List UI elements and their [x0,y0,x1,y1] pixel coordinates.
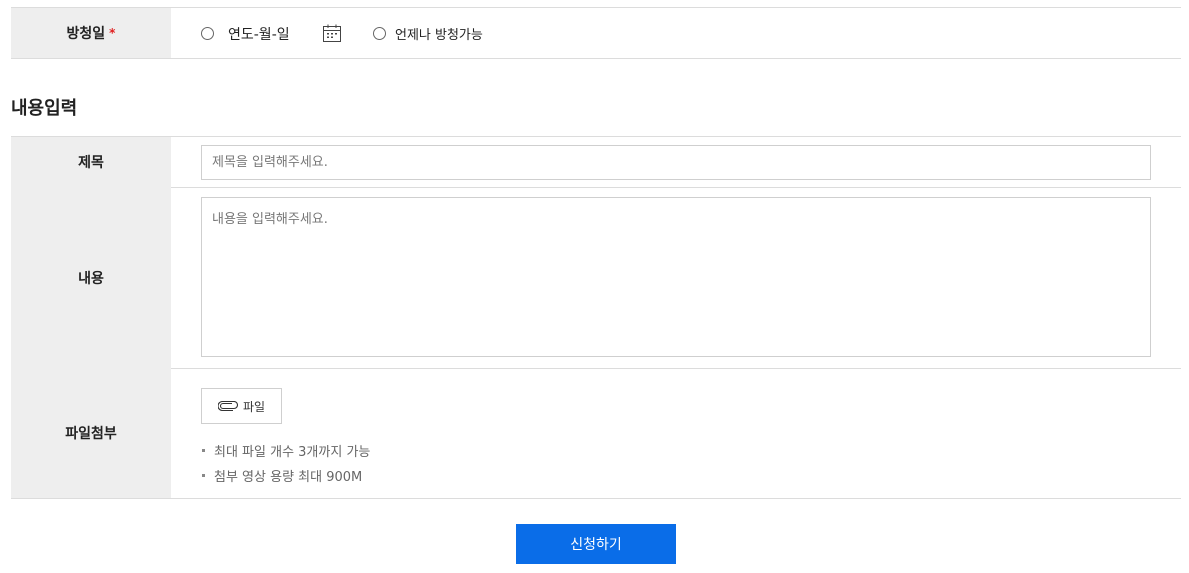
broadcast-date-header: 방청일 * [11,8,171,58]
file-upload-label: 파일 [242,399,266,414]
anytime-option-label[interactable]: 언제나 방청가능 [395,24,483,43]
required-mark: * [109,26,116,40]
attachment-note-max-size: 첨부 영상 용량 최대 900M [202,466,362,485]
content-cell [171,187,1181,368]
calendar-icon[interactable] [322,23,342,43]
submit-button[interactable]: 신청하기 [516,524,676,564]
attachment-header: 파일첨부 [11,368,171,498]
attachment-note-max-files: 최대 파일 개수 3개까지 가능 [202,441,370,460]
title-input[interactable] [201,145,1151,180]
title-header: 제목 [11,137,171,187]
section-title: 내용입력 [11,98,78,119]
broadcast-date-label: 방청일 [66,26,106,42]
date-option-radio[interactable] [201,27,214,40]
title-label: 제목 [78,155,104,171]
attachment-label: 파일첨부 [65,426,117,442]
title-cell [171,137,1181,187]
content-row: 내용 [11,187,1181,369]
content-label: 내용 [78,270,104,287]
file-upload-button[interactable]: 파일 [201,388,282,424]
content-textarea[interactable] [201,197,1151,357]
broadcast-date-row: 방청일 * 연도-월-일 언제나 방청가능 [11,7,1181,59]
anytime-option-radio[interactable] [373,27,386,40]
attachment-row: 파일첨부 파일 최대 파일 개수 3개까지 가능 첨부 영상 용량 최대 900… [11,368,1181,499]
broadcast-date-cell: 연도-월-일 언제나 방청가능 [171,8,1181,58]
content-header: 내용 [11,187,171,368]
paperclip-icon [217,401,238,411]
date-option-label[interactable]: 연도-월-일 [228,24,290,44]
attachment-cell: 파일 최대 파일 개수 3개까지 가능 첨부 영상 용량 최대 900M [171,368,1181,498]
title-row: 제목 [11,136,1181,188]
